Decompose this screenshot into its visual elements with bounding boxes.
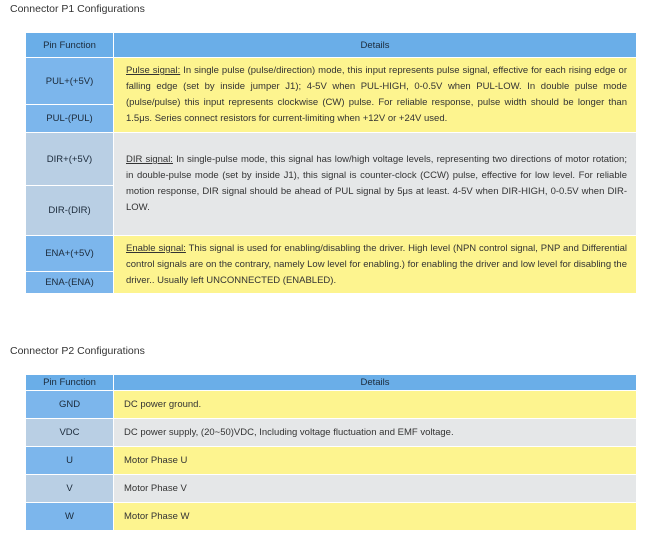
table-row: W Motor Phase W <box>25 502 637 531</box>
p1-header-details: Details <box>113 32 637 58</box>
enable-signal-label: Enable signal: <box>126 242 186 254</box>
pin-gnd: GND <box>25 390 114 419</box>
p1-header-row: Pin Function Details <box>25 32 637 58</box>
p2-header-pin-function: Pin Function <box>25 374 114 391</box>
pin-w: W <box>25 502 114 531</box>
ena-details: Enable signal: This signal is used for e… <box>113 235 637 294</box>
gnd-details: DC power ground. <box>113 390 637 419</box>
table-row: DIR+(+5V) DIR signal: In single-pulse mo… <box>25 132 637 236</box>
pin-pul-minus: PUL-(PUL) <box>25 104 114 133</box>
dir-signal-text: In single-pulse mode, this signal has lo… <box>126 154 627 213</box>
table-row: U Motor Phase U <box>25 446 637 475</box>
pulse-signal-text: In single pulse (pulse/direction) mode, … <box>126 65 627 124</box>
p2-section-title: Connector P2 Configurations <box>10 345 145 357</box>
u-details: Motor Phase U <box>113 446 637 475</box>
pul-details: Pulse signal: In single pulse (pulse/dir… <box>113 57 637 133</box>
pin-dir-minus: DIR-(DIR) <box>25 185 114 236</box>
pin-u: U <box>25 446 114 475</box>
table-row: ENA+(+5V) Enable signal: This signal is … <box>25 235 637 294</box>
p1-header-pin-function: Pin Function <box>25 32 114 58</box>
p2-header-details: Details <box>113 374 637 391</box>
p2-header-row: Pin Function Details <box>25 374 637 391</box>
p2-config-table: Pin Function Details GND DC power ground… <box>25 374 637 531</box>
pin-dir-plus: DIR+(+5V) <box>25 132 114 186</box>
table-row: V Motor Phase V <box>25 474 637 503</box>
table-row: PUL+(+5V) Pulse signal: In single pulse … <box>25 57 637 133</box>
vdc-details: DC power supply, (20~50)VDC, Including v… <box>113 418 637 447</box>
dir-signal-label: DIR signal: <box>126 154 173 165</box>
pin-ena-minus: ENA-(ENA) <box>25 271 114 294</box>
w-details: Motor Phase W <box>113 502 637 531</box>
p1-config-table: Pin Function Details PUL+(+5V) Pulse sig… <box>25 32 637 294</box>
pin-vdc: VDC <box>25 418 114 447</box>
dir-details: DIR signal: In single-pulse mode, this s… <box>113 132 637 236</box>
pin-pul-plus: PUL+(+5V) <box>25 57 114 105</box>
v-details: Motor Phase V <box>113 474 637 503</box>
enable-signal-text: This signal is used for enabling/disabli… <box>126 242 627 286</box>
p1-section-title: Connector P1 Configurations <box>10 3 145 15</box>
pulse-signal-label: Pulse signal: <box>126 65 181 76</box>
pin-v: V <box>25 474 114 503</box>
pin-ena-plus: ENA+(+5V) <box>25 235 114 272</box>
table-row: GND DC power ground. <box>25 390 637 419</box>
table-row: VDC DC power supply, (20~50)VDC, Includi… <box>25 418 637 447</box>
